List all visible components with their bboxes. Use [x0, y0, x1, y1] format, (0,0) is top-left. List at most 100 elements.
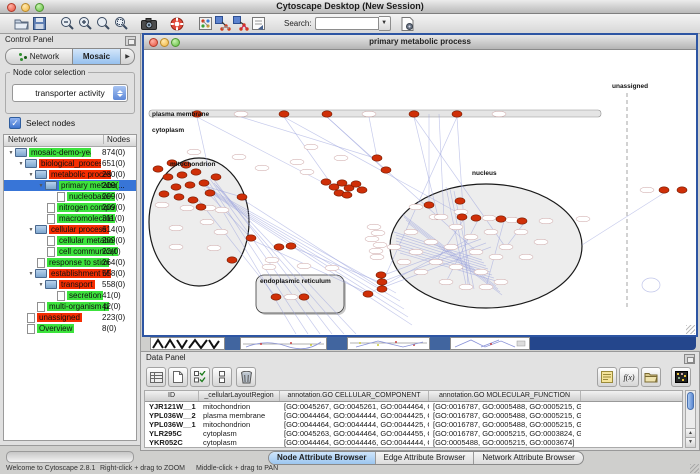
tree-row[interactable]: ▼cellular process614(0)	[4, 224, 136, 235]
node-label-pill[interactable]	[200, 219, 214, 225]
node-label-pill[interactable]	[215, 207, 229, 213]
gene-node[interactable]	[377, 279, 387, 285]
node-label-pill[interactable]	[255, 165, 269, 171]
tree-row[interactable]: macromolecule311(0)	[4, 213, 136, 224]
gene-node[interactable]	[351, 181, 361, 187]
node-label-pill[interactable]	[214, 229, 228, 235]
tree-expand-icon[interactable]: ▼	[37, 282, 45, 288]
form-arrow-icon[interactable]	[250, 16, 268, 32]
tree-expand-icon[interactable]: ▼	[27, 271, 35, 277]
node-label-pill[interactable]	[290, 159, 304, 165]
formula-icon[interactable]: f(x)	[619, 367, 639, 387]
node-label-pill[interactable]	[434, 214, 448, 220]
gene-node[interactable]	[177, 172, 187, 178]
node-label-pill[interactable]	[474, 269, 488, 275]
gene-node[interactable]	[372, 155, 382, 161]
gene-node[interactable]	[376, 272, 386, 278]
edge[interactable]	[369, 117, 377, 158]
gene-node[interactable]	[381, 167, 391, 173]
tree-expand-icon[interactable]: ▼	[27, 227, 35, 233]
node-label-pill[interactable]	[494, 279, 508, 285]
node-label-pill[interactable]	[424, 239, 438, 245]
column-header[interactable]: ID	[145, 391, 199, 401]
tree-row[interactable]: ▼mosaic-demo-yeast874(0)	[4, 147, 136, 158]
zoom-selected-icon[interactable]	[112, 16, 130, 32]
gene-node[interactable]	[227, 257, 237, 263]
gene-node[interactable]	[363, 291, 373, 297]
scroll-down-icon[interactable]: ▼	[686, 437, 695, 447]
node-label-pill[interactable]	[284, 294, 298, 300]
gene-node[interactable]	[279, 111, 289, 117]
node-label-pill[interactable]	[262, 264, 276, 270]
float-panel-icon[interactable]	[125, 36, 136, 46]
node-label-pill[interactable]	[325, 265, 339, 271]
column-header[interactable]: annotation.GO MOLECULAR_FUNCTION	[429, 391, 581, 401]
table-row[interactable]: YKR052Ccytoplasm[GO:0044464, GO:0044446,…	[145, 438, 682, 447]
gene-node[interactable]	[188, 197, 198, 203]
node-label-pill[interactable]	[489, 254, 503, 260]
open-folder-icon[interactable]	[12, 16, 30, 32]
node-label-pill[interactable]	[459, 284, 473, 290]
node-label-pill[interactable]	[232, 154, 246, 160]
node-label-pill[interactable]	[169, 225, 183, 231]
edge[interactable]	[327, 117, 386, 171]
gene-node[interactable]	[274, 244, 284, 250]
node-label-pill[interactable]	[409, 204, 423, 210]
tree-row[interactable]: ▼establishment of lo558(0)	[4, 268, 136, 279]
matrix-icon[interactable]	[671, 367, 691, 387]
network-graph[interactable]: plasma membranecytoplasmmitochondrionnuc…	[146, 57, 692, 334]
delete-attribute-icon[interactable]	[236, 367, 256, 387]
gene-node[interactable]	[174, 194, 184, 200]
canvas-resize-grip[interactable]	[686, 325, 695, 334]
node-label-pill[interactable]	[464, 234, 478, 240]
gene-node[interactable]	[159, 191, 169, 197]
node-label-pill[interactable]	[397, 259, 411, 265]
tree-row[interactable]: ▼transport558(0)	[4, 279, 136, 290]
tree-row[interactable]: Overview8(0)	[4, 323, 136, 334]
gene-node[interactable]	[517, 218, 527, 224]
tree-row[interactable]: cell communicat22(0)	[4, 246, 136, 257]
scrollbar-thumb[interactable]	[687, 392, 694, 410]
node-label-pill[interactable]	[304, 144, 318, 150]
table-row[interactable]: YJR121W__1mitochondrion[GO:0045267, GO:0…	[145, 402, 682, 411]
new-network-icon-2[interactable]	[232, 16, 250, 32]
network-palette-icon[interactable]	[196, 16, 214, 32]
attribute-table-header[interactable]: ID_cellularLayoutRegionannotation.GO CEL…	[145, 391, 682, 402]
node-label-pill[interactable]	[479, 284, 493, 290]
table-row[interactable]: YPL036W__2plasma membrane[GO:0044464, GO…	[145, 411, 682, 420]
background-frame-4[interactable]	[450, 337, 530, 350]
tree-row[interactable]: nucleobase-209(0)	[4, 191, 136, 202]
edge[interactable]	[582, 193, 664, 245]
tree-row[interactable]: response to stimulu264(0)	[4, 257, 136, 268]
gene-node[interactable]	[286, 243, 296, 249]
gene-node[interactable]	[322, 111, 332, 117]
node-label-pill[interactable]	[499, 244, 513, 250]
node-label-pill[interactable]	[365, 236, 379, 242]
node-label-pill[interactable]	[387, 244, 401, 250]
tree-expand-icon[interactable]: ▼	[37, 183, 45, 189]
gene-node[interactable]	[342, 192, 352, 198]
node-label-pill[interactable]	[534, 239, 548, 245]
node-label-pill[interactable]	[187, 149, 201, 155]
node-label-pill[interactable]	[539, 218, 553, 224]
combo-stepper-icon[interactable]	[113, 86, 126, 100]
attribute-list-icon[interactable]	[146, 367, 166, 387]
table-row[interactable]: YPL036W__1mitochondrion[GO:0044464, GO:0…	[145, 420, 682, 429]
select-attributes-icon[interactable]	[190, 367, 210, 387]
tree-row[interactable]: unassigned223(0)	[4, 312, 136, 323]
node-label-pill[interactable]	[414, 269, 428, 275]
search-input[interactable]	[315, 17, 379, 30]
lifesaver-help-icon[interactable]	[168, 16, 186, 32]
notes-icon[interactable]	[597, 367, 617, 387]
tab-network[interactable]: Network	[6, 49, 72, 64]
tree-row[interactable]: multi-organism pro42(0)	[4, 301, 136, 312]
node-label-pill[interactable]	[373, 242, 387, 248]
page-gear-icon[interactable]	[399, 16, 417, 32]
gene-node[interactable]	[153, 166, 163, 172]
gene-node[interactable]	[455, 198, 465, 204]
gene-node[interactable]	[377, 286, 387, 292]
unselect-attributes-icon[interactable]	[212, 367, 232, 387]
self-loop-edge[interactable]	[642, 278, 660, 292]
node-label-pill[interactable]	[429, 259, 443, 265]
attribute-table-body[interactable]: YJR121W__1mitochondrion[GO:0045267, GO:0…	[145, 402, 682, 448]
